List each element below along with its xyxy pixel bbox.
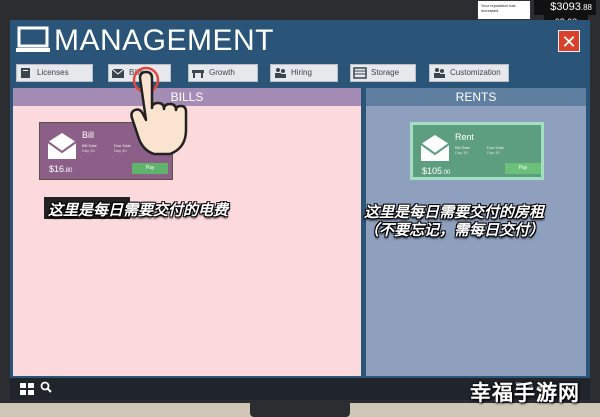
- start-grid-icon[interactable]: [20, 383, 34, 395]
- notification-toast: Your reputation has increased: [477, 0, 531, 20]
- tab-hiring-label: Hiring: [291, 68, 312, 77]
- envelope-icon: [420, 135, 450, 161]
- people-icon: [275, 68, 286, 78]
- bill-card-title: Bill: [82, 130, 95, 140]
- tab-hiring[interactable]: Hiring: [270, 64, 338, 82]
- subtitle-left: 这里是每日需要交付的电费: [48, 202, 229, 219]
- monitor-stand: [250, 400, 350, 417]
- rent-bill-date-value: Day 30: [455, 150, 468, 155]
- window-title: MANAGEMENT: [54, 24, 275, 57]
- rent-card: Rent Bill Date Day 30 Due Date Day 40 $1…: [410, 122, 544, 180]
- pointing-hand-icon: [130, 66, 188, 156]
- money-display: $3093.88: [534, 0, 596, 15]
- money-value: $3093: [550, 1, 581, 13]
- notification-text: Your reputation has increased: [481, 3, 516, 13]
- bill-date-value: Day 30: [82, 148, 95, 153]
- subtitle-right-line2: （不要忘记，需每日交付）: [364, 222, 545, 239]
- envelope-icon: [47, 133, 77, 159]
- tab-licenses-label: Licenses: [37, 68, 69, 77]
- tab-storage[interactable]: Storage: [350, 64, 416, 82]
- license-icon: [21, 68, 30, 78]
- tab-customization[interactable]: Customization: [429, 64, 509, 82]
- close-button[interactable]: ✕: [558, 30, 580, 52]
- due-date-value: Day 40: [114, 148, 127, 153]
- shelf-icon: [353, 67, 367, 79]
- tab-customization-label: Customization: [450, 68, 501, 77]
- bill-amount-cents: .80: [64, 168, 73, 174]
- rent-amount-value: $105: [422, 166, 443, 176]
- money-cents: .88: [580, 3, 592, 12]
- desk-icon: [192, 70, 204, 78]
- bill-amount: $16.80: [49, 164, 72, 174]
- subtitle-right: 这里是每日需要交付的房租 （不要忘记，需每日交付）: [364, 204, 544, 240]
- tab-growth-label: Growth: [209, 68, 235, 77]
- watermark: 幸福手游网: [470, 382, 580, 405]
- laptop-icon: [16, 26, 50, 52]
- title-bar: MANAGEMENT ✕: [10, 20, 590, 60]
- tab-bar: Licenses Bills Growth Hiring Storage Cus…: [10, 64, 590, 86]
- rent-amount: $105.00: [422, 166, 450, 176]
- rent-amount-cents: .00: [442, 170, 451, 176]
- search-icon[interactable]: [40, 381, 52, 393]
- rent-card-title: Rent: [455, 132, 475, 142]
- rent-due-date-value: Day 40: [487, 150, 500, 155]
- rents-header: RENTS: [366, 88, 586, 106]
- bill-amount-value: $16: [49, 164, 65, 174]
- tab-growth[interactable]: Growth: [188, 64, 258, 82]
- envelope-icon: [111, 68, 125, 78]
- people-icon: [434, 68, 445, 78]
- tab-licenses[interactable]: Licenses: [16, 64, 93, 82]
- tab-storage-label: Storage: [371, 68, 400, 77]
- pay-rent-button[interactable]: Pay: [505, 163, 541, 174]
- pay-bill-button[interactable]: Pay: [132, 163, 168, 174]
- subtitle-right-line1: 这里是每日需要交付的房租: [364, 204, 545, 221]
